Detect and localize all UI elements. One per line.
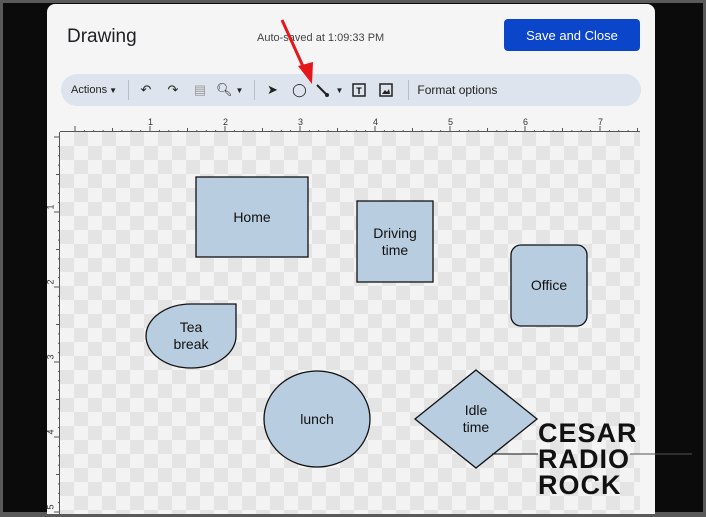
label-line: time — [381, 241, 409, 258]
label-line: break — [173, 336, 209, 352]
watermark-line-text: RADIO — [538, 444, 630, 474]
shape-label: Office — [530, 277, 568, 293]
shape-label: Home — [233, 208, 271, 225]
label-line: Idle — [464, 402, 488, 418]
shape-label: Driving time — [357, 201, 433, 282]
arrow-head-icon — [298, 62, 313, 84]
watermark-line-text: CESAR — [538, 418, 638, 448]
watermark-logo: CESAR RADIO ROCK — [538, 418, 638, 500]
label-line: Tea — [179, 319, 203, 335]
label-line: Driving — [373, 224, 417, 241]
shape-label: Tea break — [146, 304, 236, 368]
shape-label: Idle time — [415, 370, 537, 468]
shape-label: lunch — [300, 410, 334, 427]
watermark-line-text: ROCK — [538, 470, 622, 500]
label-line: time — [462, 419, 490, 435]
